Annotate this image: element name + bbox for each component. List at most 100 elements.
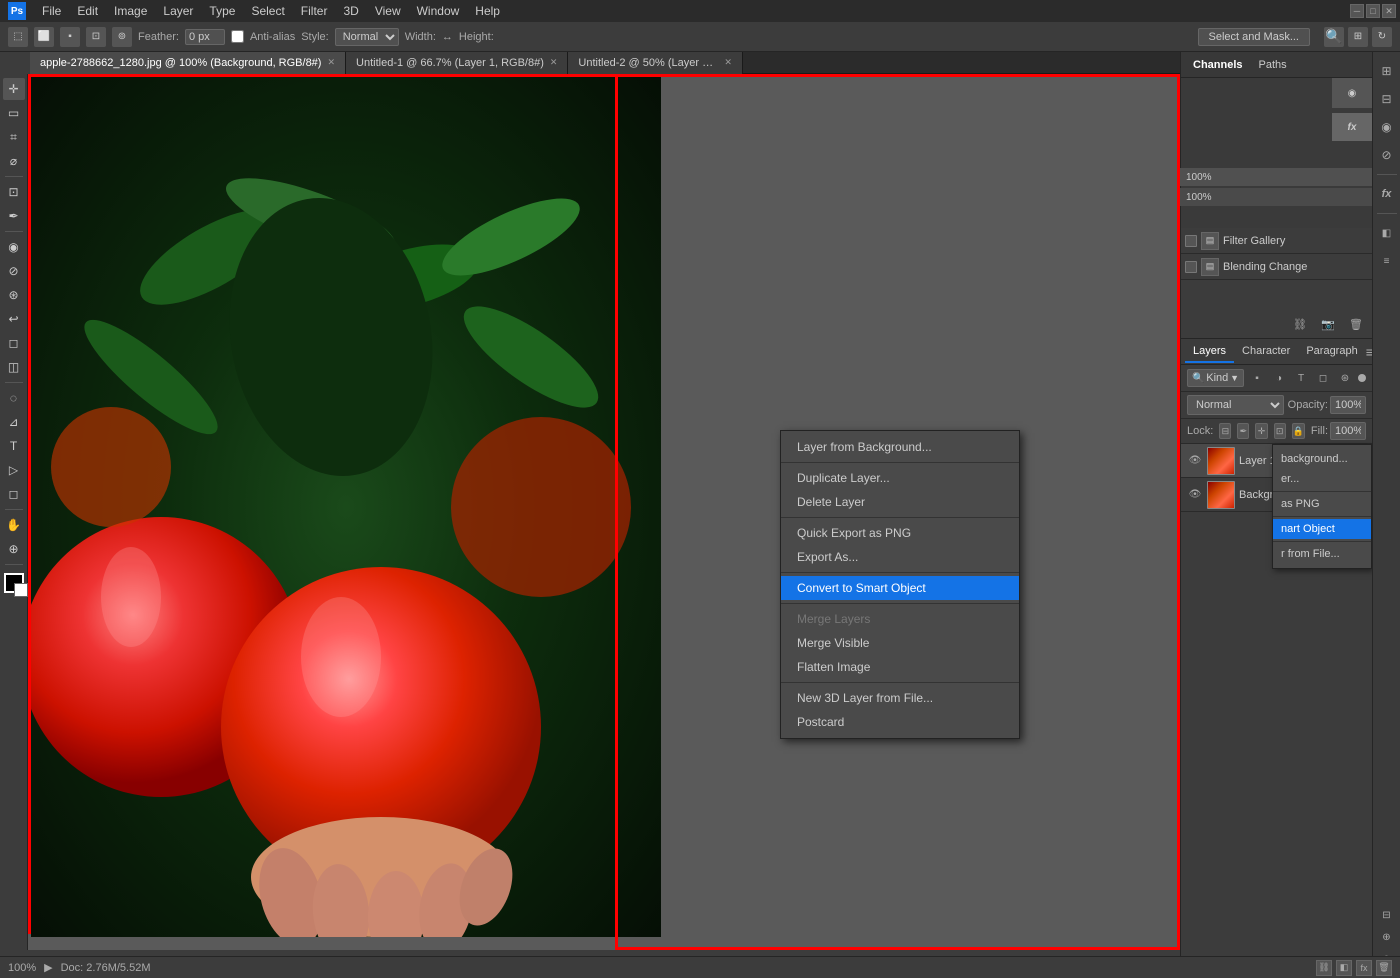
magic-wand-tool[interactable]: ⌀ bbox=[3, 150, 25, 172]
tab-apple-jpg[interactable]: apple-2788662_1280.jpg @ 100% (Backgroun… bbox=[30, 52, 346, 74]
lock-position-icon[interactable]: ✛ bbox=[1255, 423, 1267, 439]
mini-menu-smart[interactable]: nart Object bbox=[1273, 519, 1371, 539]
text-tool[interactable]: T bbox=[3, 435, 25, 457]
move-tool[interactable]: ✛ bbox=[3, 78, 25, 100]
smart-filter-icon[interactable]: ⊛ bbox=[1336, 369, 1354, 387]
ctx-layer-from-background[interactable]: Layer from Background... bbox=[781, 435, 1019, 459]
shape-filter-icon[interactable]: ◻ bbox=[1314, 369, 1332, 387]
ctx-duplicate-layer[interactable]: Duplicate Layer... bbox=[781, 466, 1019, 490]
panel-icon-mask[interactable]: ◧ bbox=[1376, 222, 1398, 244]
marquee-tool[interactable]: ▭ bbox=[3, 102, 25, 124]
ctx-postcard[interactable]: Postcard bbox=[781, 710, 1019, 734]
panel-icon-bottom-1[interactable]: ⊟ bbox=[1376, 904, 1398, 926]
panel-icon-grid[interactable]: ⊞ bbox=[1376, 60, 1398, 82]
clone-tool[interactable]: ⊛ bbox=[3, 284, 25, 306]
panel-icon-bottom-2[interactable]: ⊕ bbox=[1376, 926, 1398, 948]
brush-tool[interactable]: ⊘ bbox=[3, 260, 25, 282]
ctx-merge-visible[interactable]: Merge Visible bbox=[781, 631, 1019, 655]
shape-tool[interactable]: ◻ bbox=[3, 483, 25, 505]
menu-filter[interactable]: Filter bbox=[295, 2, 334, 20]
channels-tab[interactable]: Channels bbox=[1185, 55, 1251, 75]
menu-select[interactable]: Select bbox=[245, 2, 290, 20]
lock-all-icon[interactable]: 🔒 bbox=[1292, 423, 1305, 439]
status-link-icon[interactable]: ⛓ bbox=[1316, 960, 1332, 976]
menu-help[interactable]: Help bbox=[469, 2, 506, 20]
menu-layer[interactable]: Layer bbox=[157, 2, 199, 20]
history-brush-tool[interactable]: ↩ bbox=[3, 308, 25, 330]
tab-close-2[interactable]: ✕ bbox=[724, 57, 732, 68]
pixel-filter-icon[interactable]: ▪ bbox=[1248, 369, 1266, 387]
menu-3d[interactable]: 3D bbox=[337, 2, 364, 20]
panel-icon-adjust[interactable]: ≡ bbox=[1376, 250, 1398, 272]
hand-tool[interactable]: ✋ bbox=[3, 514, 25, 536]
path-select-tool[interactable]: ▷ bbox=[3, 459, 25, 481]
pen-tool[interactable]: ⊿ bbox=[3, 411, 25, 433]
character-tab[interactable]: Character bbox=[1234, 341, 1298, 363]
spot-heal-tool[interactable]: ◉ bbox=[3, 236, 25, 258]
link-layers-icon[interactable]: ⛓ bbox=[1290, 314, 1310, 334]
mini-menu-3d[interactable]: r from File... bbox=[1273, 544, 1371, 564]
tab-close-1[interactable]: ✕ bbox=[550, 57, 558, 68]
ctx-quick-export-png[interactable]: Quick Export as PNG bbox=[781, 521, 1019, 545]
style-select[interactable]: Normal bbox=[335, 28, 399, 46]
blending-checkbox[interactable] bbox=[1185, 261, 1197, 273]
dodge-tool[interactable]: ◌ bbox=[3, 387, 25, 409]
opacity-input[interactable] bbox=[1330, 396, 1366, 414]
menu-image[interactable]: Image bbox=[108, 2, 153, 20]
mini-menu-background[interactable]: background... bbox=[1273, 449, 1371, 469]
adjustment-filter-icon[interactable]: ◑ bbox=[1270, 369, 1288, 387]
lock-artboard-icon[interactable]: ⊡ bbox=[1274, 423, 1286, 439]
menu-window[interactable]: Window bbox=[411, 2, 466, 20]
panel-icon-grid2[interactable]: ⊟ bbox=[1376, 88, 1398, 110]
blend-mode-select[interactable]: Normal bbox=[1187, 395, 1284, 415]
crop-tool[interactable]: ⊡ bbox=[3, 181, 25, 203]
select-mask-button[interactable]: Select and Mask... bbox=[1198, 28, 1311, 46]
minimize-button[interactable]: ─ bbox=[1350, 4, 1364, 18]
ctx-merge-layers[interactable]: Merge Layers bbox=[781, 607, 1019, 631]
panel-icon-brush[interactable]: ⊘ bbox=[1376, 144, 1398, 166]
tab-untitled-1[interactable]: Untitled-1 @ 66.7% (Layer 1, RGB/8#) ✕ bbox=[346, 52, 568, 74]
lock-transparency-icon[interactable]: ⊟ bbox=[1219, 423, 1231, 439]
foreground-color[interactable] bbox=[4, 573, 24, 593]
background-color[interactable] bbox=[14, 583, 28, 597]
anti-alias-checkbox[interactable] bbox=[231, 30, 244, 43]
mini-menu-png[interactable]: as PNG bbox=[1273, 494, 1371, 514]
menu-view[interactable]: View bbox=[369, 2, 407, 20]
mini-menu-er[interactable]: er... bbox=[1273, 469, 1371, 489]
lock-pixels-icon[interactable]: ✒ bbox=[1237, 423, 1249, 439]
tool-option-2[interactable]: ▪ bbox=[60, 27, 80, 47]
paragraph-tab[interactable]: Paragraph bbox=[1298, 341, 1365, 363]
status-fx-icon[interactable]: fx bbox=[1356, 960, 1372, 976]
fill-input[interactable] bbox=[1330, 422, 1366, 440]
filter-gallery-checkbox[interactable] bbox=[1185, 235, 1197, 247]
eyedropper-tool[interactable]: ✒ bbox=[3, 205, 25, 227]
eraser-tool[interactable]: ◻ bbox=[3, 332, 25, 354]
type-filter-icon[interactable]: T bbox=[1292, 369, 1310, 387]
menu-edit[interactable]: Edit bbox=[71, 2, 104, 20]
menu-file[interactable]: File bbox=[36, 2, 67, 20]
status-trash-icon[interactable]: 🗑 bbox=[1376, 960, 1392, 976]
ctx-delete-layer[interactable]: Delete Layer bbox=[781, 490, 1019, 514]
ctx-convert-smart-object[interactable]: Convert to Smart Object bbox=[781, 576, 1019, 600]
tab-close-0[interactable]: ✕ bbox=[327, 57, 335, 68]
fx-icon[interactable]: fx bbox=[1332, 113, 1372, 141]
ctx-new-3d-layer[interactable]: New 3D Layer from File... bbox=[781, 686, 1019, 710]
ctx-flatten-image[interactable]: Flatten Image bbox=[781, 655, 1019, 679]
trash-icon[interactable]: 🗑 bbox=[1346, 314, 1366, 334]
close-button[interactable]: ✕ bbox=[1382, 4, 1396, 18]
status-mask-icon[interactable]: ◧ bbox=[1336, 960, 1352, 976]
layer1-visibility-icon[interactable]: 👁 bbox=[1187, 453, 1203, 469]
tab-untitled-2[interactable]: Untitled-2 @ 50% (Layer 1, RGB/8#) ✕ bbox=[568, 52, 743, 74]
ctx-export-as[interactable]: Export As... bbox=[781, 545, 1019, 569]
panel-icon-circle[interactable]: ◉ bbox=[1376, 116, 1398, 138]
paths-tab[interactable]: Paths bbox=[1251, 55, 1295, 75]
tool-option-3[interactable]: ⊡ bbox=[86, 27, 106, 47]
kind-dropdown[interactable]: 🔍 Kind ▼ bbox=[1187, 369, 1244, 387]
camera-icon[interactable]: 📷 bbox=[1318, 314, 1338, 334]
background-visibility-icon[interactable]: 👁 bbox=[1187, 487, 1203, 503]
gradient-tool[interactable]: ◫ bbox=[3, 356, 25, 378]
lasso-tool[interactable]: ⌗ bbox=[3, 126, 25, 148]
maximize-button[interactable]: □ bbox=[1366, 4, 1380, 18]
menu-type[interactable]: Type bbox=[203, 2, 241, 20]
layers-tab[interactable]: Layers bbox=[1185, 341, 1234, 363]
